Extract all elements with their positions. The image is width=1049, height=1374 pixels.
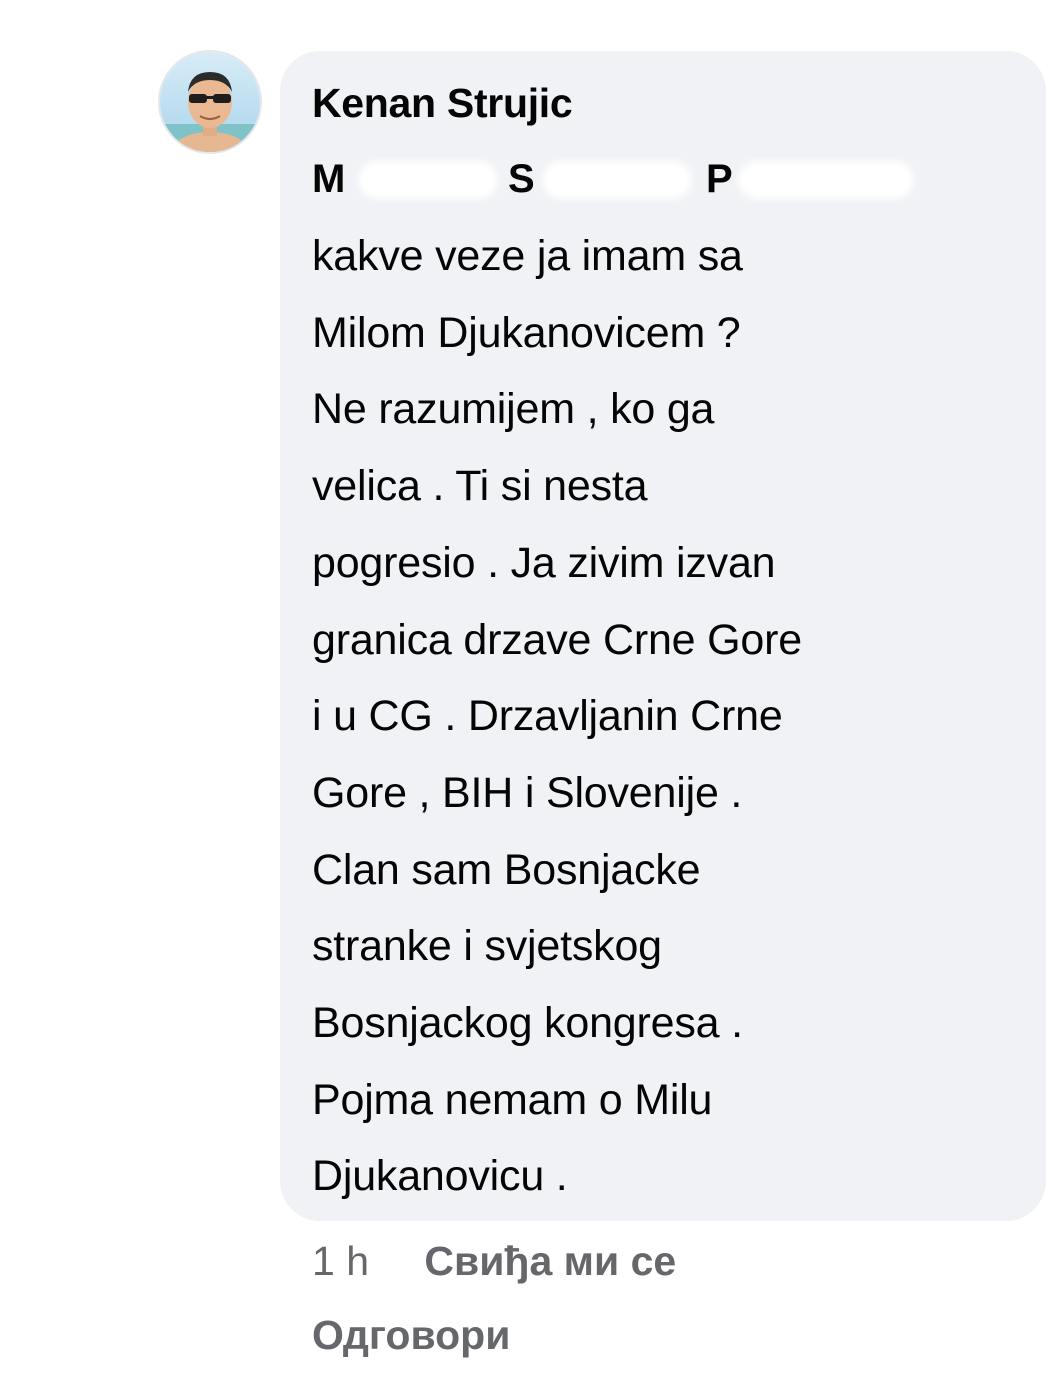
like-button[interactable]: Свиђа ми се — [424, 1238, 676, 1284]
redaction-blur — [738, 161, 914, 199]
reply-button[interactable]: Одговори — [312, 1306, 510, 1364]
tag-second-initial: S — [508, 157, 535, 201]
profile-photo-icon — [160, 52, 260, 152]
comment-author-name[interactable]: Kenan Strujic — [312, 78, 573, 128]
tag-first-initial: M — [312, 157, 346, 201]
comment-actions: 1 h Свиђа ми се Одговори — [312, 1232, 1032, 1358]
comment-text: kakve veze ja imam sa Milom Djukanovicem… — [312, 232, 802, 1201]
comment-timestamp[interactable]: 1 h — [312, 1232, 369, 1290]
author-avatar[interactable] — [158, 50, 262, 154]
redaction-blur — [358, 161, 498, 199]
tagged-user-mention[interactable]: M S P — [312, 153, 932, 205]
redaction-blur — [542, 161, 692, 199]
tag-third-initial: P — [706, 157, 733, 201]
